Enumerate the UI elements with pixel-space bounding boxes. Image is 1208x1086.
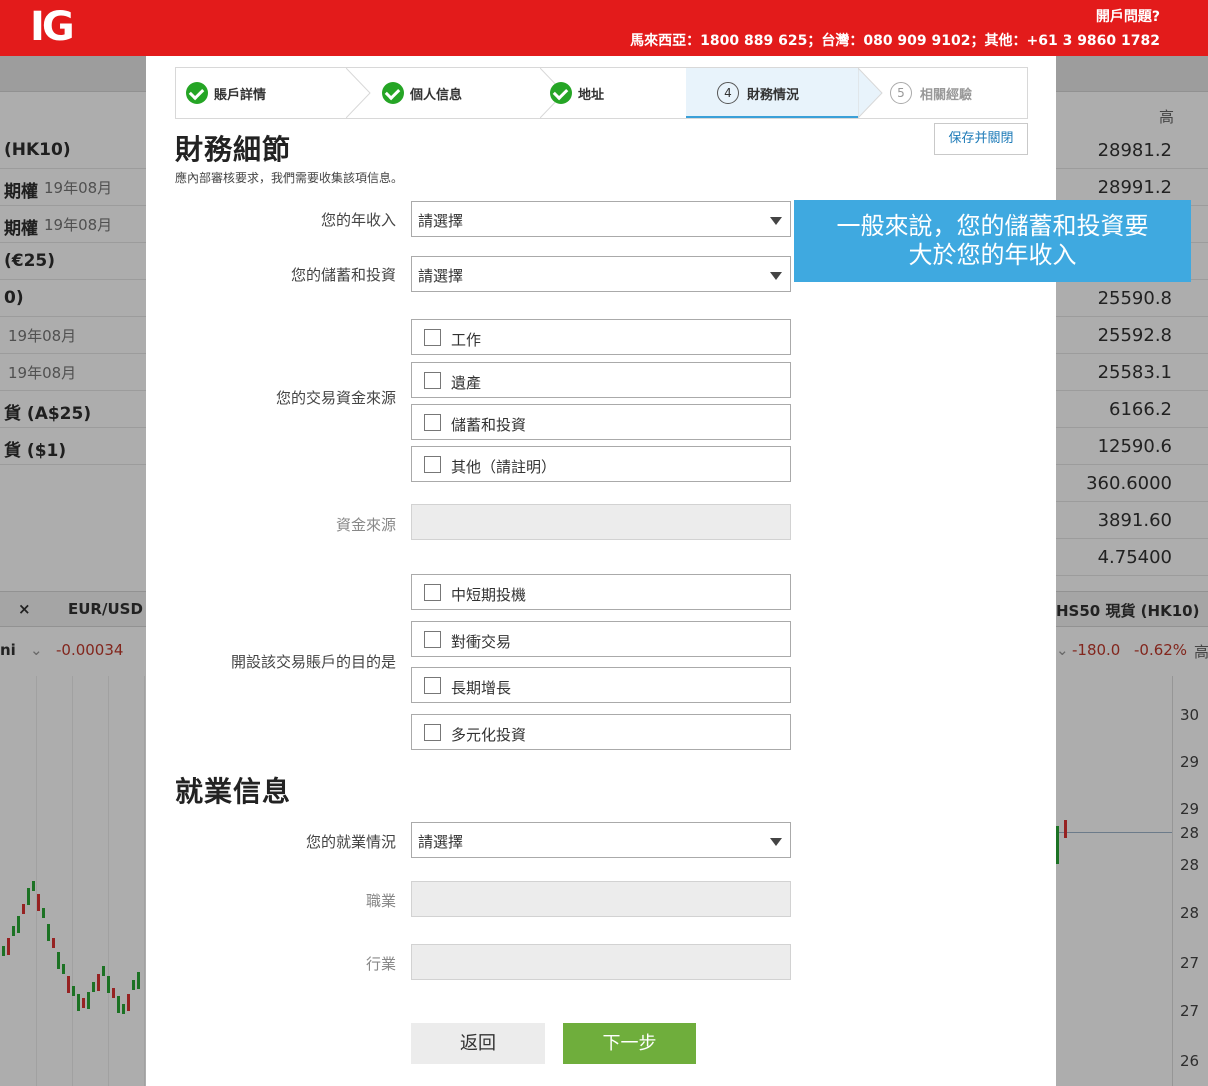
contact-phones: 馬來西亞：1800 889 625；台灣：080 909 9102；其他：+61… <box>630 33 1160 49</box>
step-personal-info[interactable]: 個人信息 <box>372 68 540 118</box>
check-circle-icon <box>382 82 404 104</box>
purpose-option-hedging[interactable]: 對衝交易 <box>411 621 791 657</box>
step-financial-situation[interactable]: 4 財務情況 <box>686 68 858 118</box>
occupation-input[interactable] <box>411 881 791 917</box>
checkbox-icon <box>424 631 441 648</box>
dropdown-arrow-icon <box>770 838 782 846</box>
next-button[interactable]: 下一步 <box>563 1023 696 1064</box>
checkbox-icon <box>424 414 441 431</box>
dropdown-arrow-icon <box>770 272 782 280</box>
dropdown-arrow-icon <box>770 217 782 225</box>
industry-label: 行業 <box>365 955 396 973</box>
industry-input[interactable] <box>411 944 791 980</box>
step-separator-icon <box>346 68 372 118</box>
funds-source-option-other[interactable]: 其他（請註明） <box>411 446 791 482</box>
step-address[interactable]: 地址 <box>540 68 686 118</box>
tooltip-line-2: 大於您的年收入 <box>908 241 1077 269</box>
funds-source-label: 您的交易資金來源 <box>275 389 396 407</box>
tooltip-line-1: 一般來說，您的儲蓄和投資要 <box>836 212 1149 240</box>
funds-origin-input[interactable] <box>411 504 791 540</box>
step-account-details[interactable]: 賬戶詳情 <box>176 68 346 118</box>
annual-income-select[interactable]: 請選擇 <box>411 201 791 237</box>
financial-details-subtitle: 應內部審核要求，我們需要收集該項信息。 <box>175 171 404 185</box>
checkbox-icon <box>424 329 441 346</box>
checkbox-icon <box>424 724 441 741</box>
funds-source-option-savings[interactable]: 儲蓄和投資 <box>411 404 791 440</box>
checkbox-icon <box>424 456 441 473</box>
purpose-option-long-term[interactable]: 長期增長 <box>411 667 791 703</box>
purpose-option-diversified[interactable]: 多元化投資 <box>411 714 791 750</box>
step-number-icon: 5 <box>890 82 912 104</box>
savings-label: 您的儲蓄和投資 <box>290 266 396 284</box>
account-purpose-label: 開設該交易賬戶的目的是 <box>230 653 396 671</box>
ig-logo: IG <box>30 4 75 50</box>
checkbox-icon <box>424 584 441 601</box>
annual-income-label: 您的年收入 <box>320 211 396 229</box>
save-and-close-button[interactable]: 保存并關閉 <box>934 123 1028 155</box>
check-circle-icon <box>186 82 208 104</box>
occupation-label: 職業 <box>365 892 396 910</box>
purpose-option-short-term[interactable]: 中短期投機 <box>411 574 791 610</box>
back-button[interactable]: 返回 <box>411 1023 545 1064</box>
checkbox-icon <box>424 372 441 389</box>
funds-source-option-inheritance[interactable]: 遺產 <box>411 362 791 398</box>
employment-status-select[interactable]: 請選擇 <box>411 822 791 858</box>
funds-source-option-work[interactable]: 工作 <box>411 319 791 355</box>
checkbox-icon <box>424 677 441 694</box>
account-help-link[interactable]: 開戶問題? <box>1096 6 1160 26</box>
employment-status-label: 您的就業情況 <box>305 833 396 851</box>
step-number-icon: 4 <box>717 82 739 104</box>
check-circle-icon <box>550 82 572 104</box>
top-header: IG 開戶問題? 馬來西亞：1800 889 625；台灣：080 909 91… <box>0 0 1208 56</box>
progress-steps: 賬戶詳情 個人信息 地址 4 財務情況 5 相關經驗 <box>175 67 1028 119</box>
funds-origin-label: 資金來源 <box>335 516 396 534</box>
savings-hint-tooltip: 一般來說，您的儲蓄和投資要 大於您的年收入 <box>794 200 1191 282</box>
step-separator-icon <box>858 68 884 118</box>
financial-details-title: 財務細節 <box>175 133 292 166</box>
employment-info-title: 就業信息 <box>175 775 292 808</box>
savings-select[interactable]: 請選擇 <box>411 256 791 292</box>
step-related-experience[interactable]: 5 相關經驗 <box>882 68 1028 118</box>
